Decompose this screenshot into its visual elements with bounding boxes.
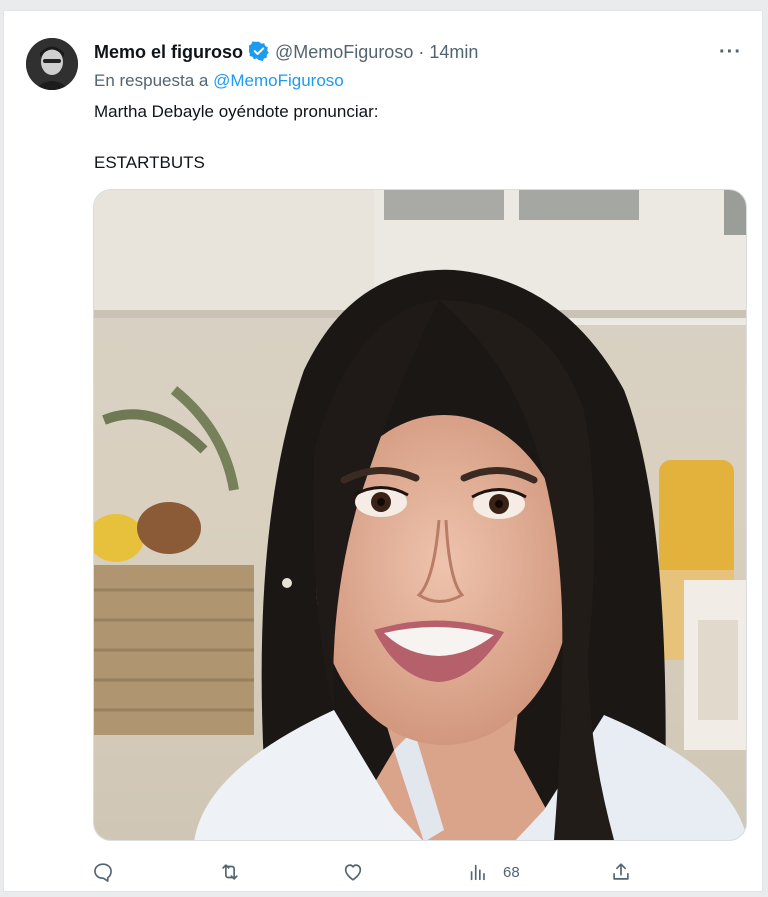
- avatar[interactable]: [26, 38, 78, 90]
- reply-prefix: En respuesta a: [94, 71, 209, 90]
- views-count: 68: [503, 863, 520, 881]
- tweet-action-bar: 68: [4, 856, 764, 888]
- heart-icon: [342, 861, 364, 883]
- author-handle[interactable]: @MemoFiguroso: [275, 42, 413, 62]
- tweet-header: Memo el figuroso @MemoFiguroso · 14min: [94, 41, 478, 66]
- tweet-card[interactable]: Memo el figuroso @MemoFiguroso · 14min ··· …: [3, 10, 763, 892]
- share-icon: [610, 861, 632, 883]
- share-button[interactable]: [610, 856, 632, 888]
- retweet-icon: [218, 861, 242, 883]
- tweet-text-line-2: ESTARTBUTS: [94, 153, 205, 172]
- author-name[interactable]: Memo el figuroso: [94, 42, 243, 62]
- tweet-media-image[interactable]: [93, 189, 747, 841]
- verified-badge-icon: [247, 41, 269, 66]
- retweet-button[interactable]: [218, 856, 242, 888]
- like-button[interactable]: [342, 856, 364, 888]
- reply-handle-link[interactable]: @MemoFiguroso: [213, 71, 344, 90]
- views-icon: [467, 861, 489, 883]
- tweet-text-line-1: Martha Debayle oyéndote pronunciar:: [94, 102, 379, 121]
- reply-context: En respuesta a @MemoFiguroso: [94, 71, 344, 91]
- views-button[interactable]: 68: [467, 856, 520, 888]
- more-options-icon[interactable]: ···: [719, 41, 742, 64]
- meta-separator: ·: [418, 42, 425, 62]
- reply-button[interactable]: [92, 856, 114, 888]
- timestamp[interactable]: 14min: [429, 42, 478, 62]
- reply-icon: [92, 861, 114, 883]
